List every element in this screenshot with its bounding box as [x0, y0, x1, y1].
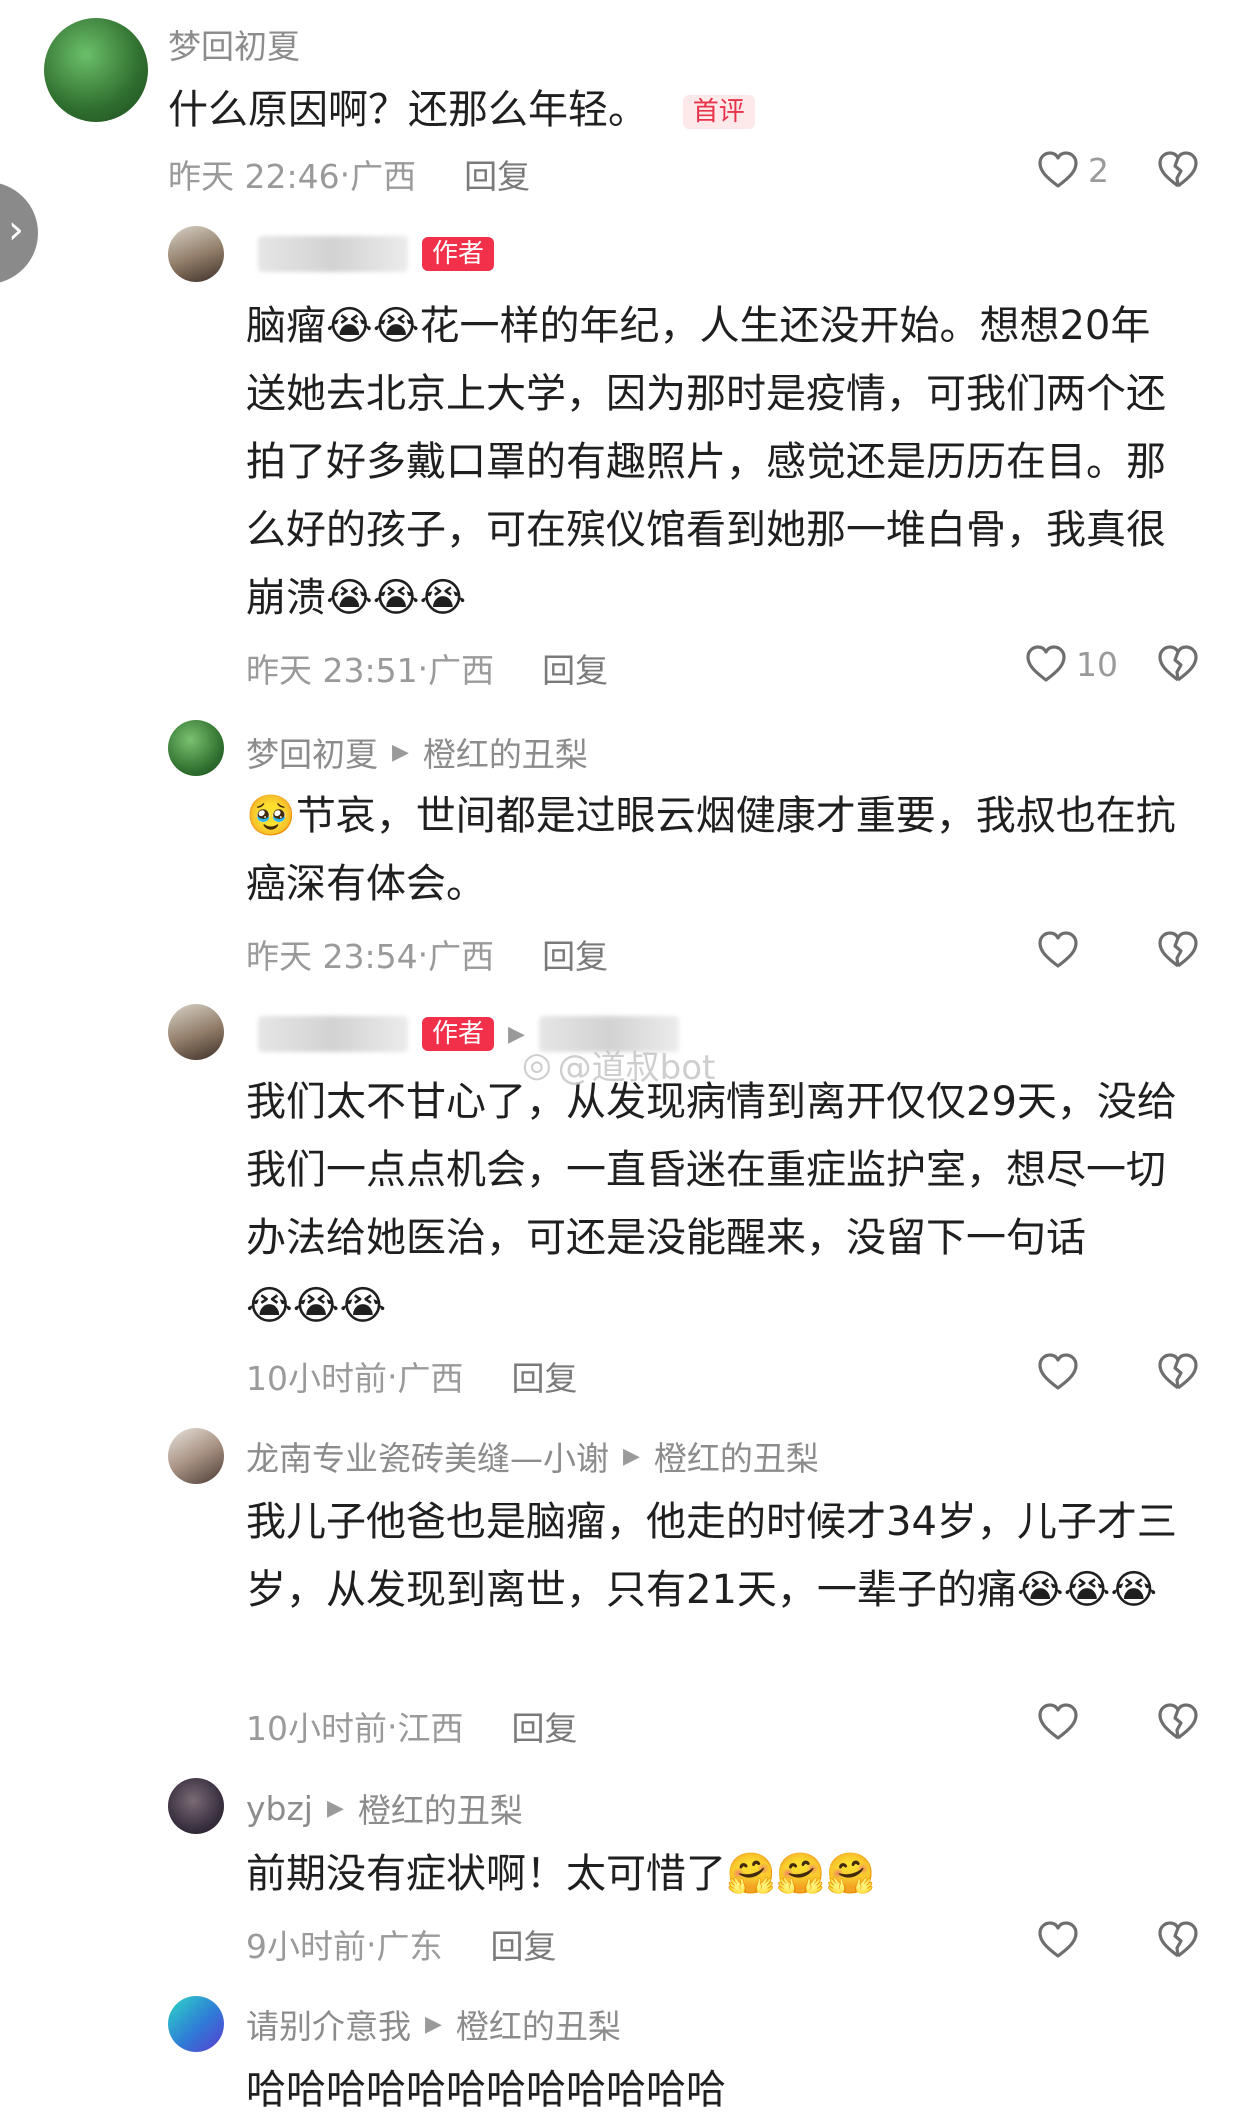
reply-button[interactable]: 回复: [512, 1702, 578, 1750]
comment-actions: [1036, 1702, 1200, 1742]
comment-text: 我们太不甘心了，从发现病情到离开仅仅29天，没给我们一点点机会，一直昏迷在重症监…: [246, 1079, 1177, 1329]
broken-heart-icon[interactable]: [1156, 150, 1200, 190]
comment-location: 广西: [428, 937, 495, 976]
comment-meta: 昨天 23:51 · 广西 回复: [246, 644, 608, 692]
avatar[interactable]: [168, 1996, 224, 2052]
redacted-username: [258, 1016, 408, 1052]
comment-actions: 10: [1024, 644, 1200, 684]
broken-heart-icon[interactable]: [1156, 1702, 1200, 1742]
comment-location: 广西: [397, 1359, 464, 1398]
comment-author-row: 龙南专业瓷砖美缝—小谢 ▶ 橙红的丑梨: [246, 1432, 819, 1480]
author-badge: 作者: [422, 1017, 495, 1051]
heart-outline-icon: [1036, 1702, 1080, 1742]
comment-text: 什么原因啊？还那么年轻。 首评: [168, 76, 1168, 144]
like-button[interactable]: [1036, 1352, 1118, 1392]
comment-author[interactable]: ybzj: [246, 1789, 313, 1828]
comment-location: 广西: [428, 651, 495, 690]
comment-text: 我儿子他爸也是脑瘤，他走的时候才34岁，儿子才三岁，从发现到离世，只有21天，一…: [246, 1499, 1177, 1613]
comment-author-row: ybzj ▶ 橙红的丑梨: [246, 1784, 523, 1832]
comment-actions: [1036, 1352, 1200, 1392]
like-button[interactable]: [1036, 1920, 1118, 1960]
comment-location: 广东: [376, 1927, 443, 1966]
comment-author-row: 作者: [258, 236, 495, 272]
crying-face-emoji: 😭😭😭: [326, 575, 467, 621]
weibo-logo-icon: ◎: [522, 1044, 552, 1085]
reply-to-user[interactable]: 橙红的丑梨: [423, 728, 588, 776]
like-button[interactable]: 2: [1036, 150, 1118, 190]
hugging-face-emoji: 🤗🤗🤗: [726, 1851, 876, 1897]
like-count: 10: [1076, 644, 1118, 684]
reply-to-user[interactable]: 橙红的丑梨: [456, 2000, 621, 2048]
avatar[interactable]: [44, 18, 148, 122]
reply-arrow-icon: ▶: [326, 1795, 344, 1821]
comment-time: 10小时前: [246, 1359, 387, 1398]
heart-outline-icon: [1036, 1920, 1080, 1960]
comment-meta: 10小时前 · 广西 回复: [246, 1352, 578, 1400]
reply-arrow-icon: ▶: [392, 739, 409, 765]
reply-button[interactable]: 回复: [464, 150, 530, 198]
heart-outline-icon: [1036, 1352, 1080, 1392]
avatar[interactable]: [168, 1428, 224, 1484]
like-button[interactable]: 10: [1024, 644, 1118, 684]
broken-heart-icon[interactable]: [1156, 1352, 1200, 1392]
broken-heart-icon[interactable]: [1156, 930, 1200, 970]
comment-body: 什么原因啊？还那么年轻。: [168, 87, 648, 133]
crying-face-emoji: 😭😭😭: [1016, 1567, 1158, 1613]
watermark: ◎ @道叔bot: [522, 1044, 716, 1089]
comment-location: 江西: [397, 1709, 464, 1748]
reply-button[interactable]: 回复: [491, 1920, 557, 1968]
like-count: 2: [1088, 150, 1109, 190]
comment-author-row: 梦回初夏 ▶ 橙红的丑梨: [246, 728, 588, 776]
redacted-username: [258, 236, 408, 272]
comment-meta: 10小时前 · 江西 回复: [246, 1702, 578, 1750]
reply-arrow-icon: ▶: [425, 2011, 442, 2037]
comment-time: 昨天 22:46: [168, 157, 340, 196]
reply-to-user[interactable]: 橙红的丑梨: [358, 1784, 523, 1832]
heart-outline-icon: [1036, 930, 1080, 970]
comment-time: 9小时前: [246, 1927, 366, 1966]
comment-time: 10小时前: [246, 1709, 387, 1748]
reply-button[interactable]: 回复: [512, 1352, 578, 1400]
like-button[interactable]: [1036, 1702, 1118, 1742]
avatar[interactable]: [168, 1778, 224, 1834]
crying-face-emoji: 😭😭😭: [246, 1283, 387, 1329]
like-button[interactable]: [1036, 930, 1118, 970]
tearful-face-emoji: 🥹: [246, 793, 296, 839]
avatar[interactable]: [168, 226, 224, 282]
broken-heart-icon[interactable]: [1156, 644, 1200, 684]
comment-actions: 2: [1036, 150, 1200, 190]
comment-actions: [1036, 930, 1200, 970]
comment-location: 广西: [350, 157, 417, 196]
reply-arrow-icon: ▶: [623, 1443, 640, 1469]
comment-text: 哈哈哈哈哈哈哈哈哈哈哈哈: [246, 2067, 726, 2113]
reply-to-user[interactable]: 橙红的丑梨: [654, 1432, 819, 1480]
crying-face-emoji: 😭😭: [326, 303, 420, 349]
comment-meta: 9小时前 · 广东 回复: [246, 1920, 557, 1968]
broken-heart-icon[interactable]: [1156, 1920, 1200, 1960]
heart-outline-icon: [1024, 644, 1068, 684]
author-badge: 作者: [422, 237, 495, 271]
reply-button[interactable]: 回复: [542, 930, 608, 978]
side-panel-tab[interactable]: ›: [0, 182, 38, 284]
reply-button[interactable]: 回复: [542, 644, 608, 692]
comment-text: 🥹节哀，世间都是过眼云烟健康才重要，我叔也在抗癌深有体会。: [246, 793, 1176, 907]
comment-time: 昨天 23:54: [246, 937, 418, 976]
comment-actions: [1036, 1920, 1200, 1960]
comment-meta: 昨天 23:54 · 广西 回复: [246, 930, 608, 978]
first-comment-badge: 首评: [682, 95, 755, 129]
comment-text: 脑瘤😭😭花一样的年纪，人生还没开始。想想20年送她去北京上大学，因为那时是疫情，…: [246, 303, 1166, 621]
comment-author[interactable]: 梦回初夏: [168, 20, 300, 68]
heart-outline-icon: [1036, 150, 1080, 190]
comment-author[interactable]: 龙南专业瓷砖美缝—小谢: [246, 1432, 609, 1480]
comment-author-row: 梦回初夏: [168, 20, 300, 68]
avatar[interactable]: [168, 1004, 224, 1060]
comment-author[interactable]: 梦回初夏: [246, 728, 378, 776]
comment-text: 前期没有症状啊！太可惜了🤗🤗🤗: [246, 1851, 876, 1897]
avatar[interactable]: [168, 720, 224, 776]
comment-time: 昨天 23:51: [246, 651, 418, 690]
comment-author[interactable]: 请别介意我: [246, 2000, 411, 2048]
chevron-right-icon: ›: [8, 207, 24, 253]
comment-meta: 昨天 22:46 · 广西 回复: [168, 150, 530, 198]
comment-author-row: 请别介意我 ▶ 橙红的丑梨: [246, 2000, 621, 2048]
